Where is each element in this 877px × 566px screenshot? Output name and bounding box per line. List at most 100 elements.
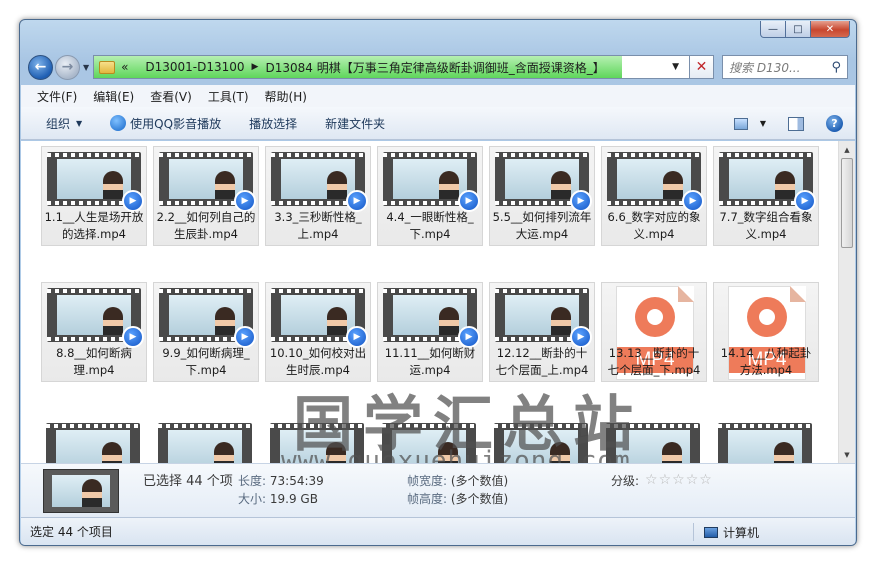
file-item[interactable]: ▶ 1.1__人生是场开放的选择.mp4	[41, 146, 147, 246]
file-item[interactable]: MP4 14.14__八种起卦方法.mp4	[713, 282, 819, 382]
file-name: 10.10_如何校对出生时辰.mp4	[269, 346, 367, 377]
file-name: 3.3_三秒断性格_上.mp4	[274, 210, 362, 241]
address-dropdown-icon[interactable]: ▼	[672, 62, 679, 72]
search-placeholder: 搜索 D130...	[729, 60, 801, 75]
star-icon[interactable]: ☆	[645, 472, 659, 488]
chevron-right-icon[interactable]: ▶	[252, 62, 259, 72]
qq-play-label: 使用QQ影音播放	[130, 116, 222, 131]
recent-pages-dropdown[interactable]: ▼	[83, 63, 89, 72]
file-item[interactable]: ▶ 6.6_数字对应的象义.mp4	[601, 146, 707, 246]
file-item[interactable]: ▶ 3.3_三秒断性格_上.mp4	[265, 146, 371, 246]
frame-height-key: 帧高度:	[407, 492, 448, 506]
play-selection-button[interactable]: 播放选择	[249, 115, 297, 132]
search-icon[interactable]: ⚲	[831, 60, 841, 75]
file-item[interactable]	[41, 418, 147, 463]
file-item[interactable]: ▶ 2.2__如何列自己的生辰卦.mp4	[153, 146, 259, 246]
stop-button[interactable]: ✕	[690, 55, 714, 79]
length-key: 长度:	[238, 474, 267, 488]
vertical-scrollbar[interactable]: ▲ ▼	[838, 141, 855, 463]
address-bar[interactable]: « D13001-D13100 ▶ D13084 明棋【万事三角定律高级断卦调御…	[93, 55, 690, 79]
size-value: 19.9 GB	[269, 492, 318, 506]
star-icon[interactable]: ☆	[686, 472, 700, 488]
back-button[interactable]: ←	[28, 54, 53, 80]
status-zone-label: 计算机	[722, 525, 759, 540]
file-item[interactable]	[601, 418, 707, 463]
new-folder-button[interactable]: 新建文件夹	[325, 115, 385, 132]
folder-icon	[99, 60, 116, 74]
chevron-down-icon: ▼	[76, 118, 83, 128]
selected-count: 已选择 44 个项	[143, 474, 233, 489]
file-list-pane[interactable]: ▶ 1.1__人生是场开放的选择.mp4 ▶ 2.2__如何列自己的生辰卦.mp4 ▶ 3…	[21, 141, 855, 463]
help-icon[interactable]: ?	[826, 115, 843, 132]
close-button[interactable]: ✕	[810, 21, 850, 38]
star-icon[interactable]: ☆	[672, 472, 686, 488]
organize-label: 组织	[46, 116, 71, 131]
preview-pane-icon[interactable]	[788, 116, 804, 131]
menu-file[interactable]: 文件(F)	[37, 88, 77, 105]
selection-thumbnail	[43, 469, 119, 513]
command-bar: 组织 ▼ 使用QQ影音播放 播放选择 新建文件夹 ▼ ?	[21, 107, 855, 140]
file-item[interactable]: ▶ 4.4_一眼断性格_下.mp4	[377, 146, 483, 246]
maximize-button[interactable]: □	[785, 21, 811, 38]
change-view-icon[interactable]	[733, 117, 748, 130]
frame-width-row: 帧宽度: (多个数值)	[407, 472, 508, 489]
qq-play-button[interactable]: 使用QQ影音播放	[110, 115, 221, 132]
menu-tools[interactable]: 工具(T)	[208, 88, 249, 105]
file-item[interactable]: ▶ 7.7_数字组合看象义.mp4	[713, 146, 819, 246]
star-icon[interactable]: ☆	[699, 472, 713, 488]
breadcrumb-spacer	[136, 62, 139, 72]
breadcrumb-d13001-d13100[interactable]: D13001-D13100	[145, 60, 244, 74]
file-item[interactable]: ▶ 8.8__如何断病理.mp4	[41, 282, 147, 382]
breadcrumb-current-folder[interactable]: D13084 明棋【万事三角定律高级断卦调御班_含面授课资格_】	[265, 59, 604, 76]
details-pane: 已选择 44 个项 长度: 73:54:39 大小: 19.9 GB 帧宽度: …	[21, 463, 855, 518]
file-name: 4.4_一眼断性格_下.mp4	[386, 210, 474, 241]
file-name: 5.5__如何排列流年大运.mp4	[492, 210, 592, 241]
scrollbar-thumb[interactable]	[841, 158, 853, 248]
size-row: 大小: 19.9 GB	[238, 490, 318, 507]
frame-height-row: 帧高度: (多个数值)	[407, 490, 508, 507]
file-item[interactable]	[489, 418, 595, 463]
new-folder-label: 新建文件夹	[325, 116, 386, 131]
star-icon[interactable]: ☆	[659, 472, 673, 488]
video-thumbnail	[158, 423, 252, 463]
menu-view[interactable]: 查看(V)	[150, 88, 192, 105]
video-thumbnail	[382, 423, 476, 463]
file-item[interactable]	[265, 418, 371, 463]
scroll-down-arrow[interactable]: ▼	[839, 446, 855, 463]
video-thumbnail	[270, 423, 364, 463]
file-item[interactable]: ▶ 5.5__如何排列流年大运.mp4	[489, 146, 595, 246]
menu-bar: 文件(F) 编辑(E) 查看(V) 工具(T) 帮助(H)	[21, 85, 855, 107]
file-item[interactable]: ▶ 11.11__如何断财运.mp4	[377, 282, 483, 382]
scroll-up-arrow[interactable]: ▲	[839, 141, 855, 158]
file-name: 1.1__人生是场开放的选择.mp4	[44, 210, 144, 241]
file-name: 8.8__如何断病理.mp4	[56, 346, 132, 377]
file-item[interactable]: MP4 13.13__断卦的十七个层面_下.mp4	[601, 282, 707, 382]
minimize-button[interactable]: —	[760, 21, 786, 38]
file-item[interactable]	[377, 418, 483, 463]
menu-help[interactable]: 帮助(H)	[265, 88, 307, 105]
file-item[interactable]: ▶ 12.12__断卦的十七个层面_上.mp4	[489, 282, 595, 382]
frame-width-key: 帧宽度:	[407, 474, 448, 488]
file-item[interactable]: ▶ 10.10_如何校对出生时辰.mp4	[265, 282, 371, 382]
file-name: 9.9_如何断病理_下.mp4	[162, 346, 250, 377]
file-item[interactable]: ▶ 9.9_如何断病理_下.mp4	[153, 282, 259, 382]
file-item[interactable]	[713, 418, 819, 463]
qq-player-icon	[110, 115, 127, 131]
file-item[interactable]	[153, 418, 259, 463]
play-selection-label: 播放选择	[249, 116, 298, 131]
search-input[interactable]: 搜索 D130... ⚲	[722, 55, 848, 79]
view-options-dropdown[interactable]: ▼	[760, 119, 766, 128]
arrow-left-icon: ←	[34, 59, 47, 75]
file-name: 14.14__八种起卦方法.mp4	[720, 346, 812, 377]
menu-edit[interactable]: 编辑(E)	[93, 88, 134, 105]
computer-icon	[703, 526, 718, 538]
caption-buttons: — □ ✕	[760, 21, 850, 38]
rating-stars[interactable]: ☆☆☆☆☆	[645, 472, 713, 488]
status-zone: 计算机	[692, 523, 759, 541]
file-name: 2.2__如何列自己的生辰卦.mp4	[156, 210, 256, 241]
organize-button[interactable]: 组织 ▼	[46, 115, 82, 132]
film-reel-icon	[635, 297, 675, 337]
breadcrumb-overflow[interactable]: «	[121, 60, 128, 74]
forward-button[interactable]: →	[55, 54, 80, 80]
arrow-right-icon: →	[61, 59, 74, 75]
